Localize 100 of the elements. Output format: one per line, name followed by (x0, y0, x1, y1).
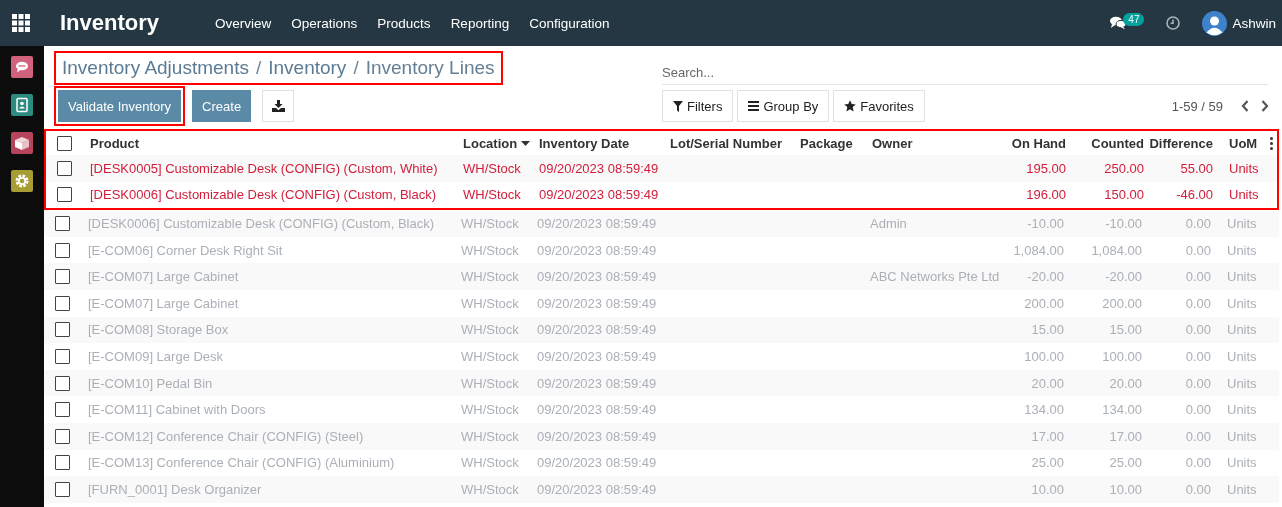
table-cell-text: 09/20/2023 08:59:49 (536, 269, 658, 285)
table-cell-text: 100.00 (1101, 348, 1143, 364)
menu-item[interactable]: Configuration (519, 15, 620, 31)
column-header[interactable]: On Hand (1008, 135, 1074, 151)
menu-item[interactable]: Operations (281, 15, 368, 31)
table-cell-text: 200.00 (1101, 295, 1143, 311)
table-cell-text: 25.00 (1108, 455, 1143, 471)
breadcrumb-separator: / (255, 57, 262, 79)
search-option-button[interactable]: Favorites (833, 90, 925, 122)
checkbox[interactable] (54, 481, 70, 497)
column-header[interactable]: Inventory Date (531, 135, 633, 151)
avatar-icon[interactable] (1202, 10, 1228, 36)
column-header[interactable]: Lot/Serial Number (662, 135, 785, 151)
breadcrumb-link[interactable]: Inventory (268, 57, 347, 79)
checkbox[interactable] (54, 375, 70, 391)
table-cell-text: 134.00 (1101, 402, 1143, 418)
column-header[interactable]: Package (792, 135, 856, 151)
table-cell-text: [E-COM07] Large Cabinet (87, 269, 240, 285)
table-cell-text: Units (1226, 402, 1258, 418)
breadcrumb-link[interactable]: Inventory Adjustments (62, 57, 249, 79)
table-cell-text: WH/Stock (460, 295, 520, 311)
column-header[interactable]: Location (455, 135, 534, 151)
table-cell-text: 15.00 (1030, 322, 1065, 338)
table-cell-text: 09/20/2023 08:59:49 (536, 402, 658, 418)
table-cell-text: -46.00 (1175, 187, 1214, 203)
table-cell-text: Units (1226, 242, 1258, 258)
table-cell-text: Units (1226, 322, 1258, 338)
checkbox[interactable] (56, 135, 72, 151)
table-cell-text: Units (1226, 269, 1258, 285)
column-header[interactable]: Owner (864, 135, 916, 151)
table-cell-text: WH/Stock (460, 455, 520, 471)
table-cell-text: Units (1226, 295, 1258, 311)
table-cell-text: [FURN_0001] Desk Organizer (87, 481, 263, 497)
checkbox[interactable] (56, 160, 72, 176)
table-cell-text: 09/20/2023 08:59:49 (536, 348, 658, 364)
table-cell-text: [E-COM06] Corner Desk Right Sit (87, 242, 284, 258)
checkbox[interactable] (54, 402, 70, 418)
table-cell-text: 09/20/2023 08:59:49 (536, 428, 658, 444)
table-cell-text: Units (1226, 481, 1258, 497)
table-cell-text: -20.00 (1026, 269, 1065, 285)
table-cell-text: 09/20/2023 08:59:49 (536, 375, 658, 391)
apps-menu-icon[interactable] (12, 14, 30, 32)
table-cell-text: 09/20/2023 08:59:49 (538, 160, 660, 176)
settings-app-icon[interactable] (11, 170, 33, 192)
checkbox[interactable] (56, 187, 72, 203)
list-icon (748, 101, 760, 111)
checkbox[interactable] (54, 428, 70, 444)
user-name[interactable]: Ashwin (1232, 15, 1276, 31)
checkbox[interactable] (54, 269, 70, 285)
table-cell-text: ABC Networks Pte Ltd (869, 269, 998, 285)
menu-item[interactable]: Reporting (440, 15, 520, 31)
clock-icon[interactable] (1166, 16, 1181, 30)
table-cell-text: [E-COM13] Conference Chair (CONFIG) (Aluminium) (87, 455, 396, 471)
table-cell-text: 0.00 (1184, 455, 1212, 471)
table-cell-text: -10.00 (1026, 216, 1065, 231)
more-options-icon[interactable] (1270, 136, 1273, 150)
menu-item[interactable]: Overview (205, 15, 282, 31)
search-option-button[interactable]: Group By (737, 90, 830, 122)
download-button[interactable] (262, 90, 295, 122)
filter-icon (673, 100, 683, 112)
table-cell-text: [DESK0006] Customizable Desk (CONFIG) (Custom, Black) (89, 187, 438, 203)
column-header[interactable]: Product (82, 135, 143, 151)
table-cell-text: [E-COM10] Pedal Bin (87, 375, 214, 391)
table-cell-text: 0.00 (1184, 481, 1212, 497)
chevron-right-icon (1261, 100, 1269, 112)
breadcrumb-current: Inventory Lines (365, 57, 495, 79)
table-cell-text: 55.00 (1179, 160, 1214, 176)
star-icon (844, 100, 857, 112)
table-cell-text: 10.00 (1108, 481, 1143, 497)
table-cell-text: 09/20/2023 08:59:49 (538, 187, 660, 203)
checkbox[interactable] (54, 295, 70, 311)
table-cell-text: 10.00 (1030, 481, 1065, 497)
table-cell-text: 195.00 (1025, 160, 1067, 176)
table-cell-text: Units (1226, 455, 1258, 471)
pager-value: 1-59 / 59 (1171, 98, 1223, 114)
table-cell-text: 0.00 (1184, 402, 1212, 418)
chat-app-icon[interactable] (11, 56, 33, 78)
table-cell-text: 0.00 (1184, 428, 1212, 444)
table-cell-text: 200.00 (1023, 295, 1065, 311)
chevron-left-icon (1241, 100, 1249, 112)
column-header[interactable]: Difference (1146, 135, 1221, 151)
menu-item[interactable]: Products (367, 15, 441, 31)
column-header[interactable]: UoM (1221, 135, 1261, 151)
table-cell-text: Units (1226, 375, 1258, 391)
checkbox[interactable] (54, 348, 70, 364)
table-cell-text: -10.00 (1104, 216, 1143, 231)
action-button[interactable]: Validate Inventory (58, 90, 182, 122)
checkbox[interactable] (54, 242, 70, 258)
contacts-app-icon[interactable] (11, 94, 33, 116)
table-cell-text: WH/Stock (460, 428, 520, 444)
table-cell-text: [DESK0005] Customizable Desk (CONFIG) (Custom, White) (89, 160, 439, 176)
action-button[interactable]: Create (192, 90, 252, 122)
box-app-icon[interactable] (11, 132, 33, 154)
checkbox[interactable] (54, 216, 70, 231)
checkbox[interactable] (54, 322, 70, 338)
table-cell-text: 09/20/2023 08:59:49 (536, 322, 658, 338)
search-option-button[interactable]: Filters (662, 90, 734, 122)
table-cell-text: Units (1226, 348, 1258, 364)
table-cell-text: 150.00 (1103, 187, 1145, 203)
checkbox[interactable] (54, 455, 70, 471)
